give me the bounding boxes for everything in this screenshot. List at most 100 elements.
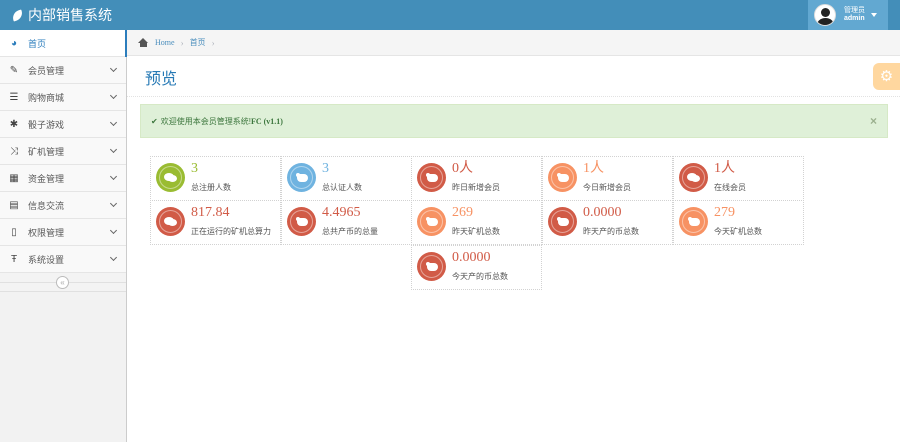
user-info: 管理员 admin xyxy=(844,7,865,23)
twitter-icon xyxy=(425,217,438,226)
stat-card: 3 总注册人数 xyxy=(150,156,281,201)
stat-label: 正在运行的矿机总算力 xyxy=(191,227,271,236)
stat-value: 0.0000 xyxy=(583,205,622,220)
stat-value: 3 xyxy=(322,161,329,176)
stat-card: 0.0000 昨天产的币总数 xyxy=(542,200,673,245)
stat-icon-circle xyxy=(679,207,708,236)
check-icon: ✔ xyxy=(151,116,158,126)
comments-icon xyxy=(687,172,700,183)
twitter-icon xyxy=(687,217,700,226)
sidebar-item-label: 系统设置 xyxy=(28,254,65,265)
list-alt-icon: ▤ xyxy=(9,199,19,211)
sidebar-item[interactable]: ☰ 购物商城 xyxy=(0,84,126,111)
stat-value: 3 xyxy=(191,161,198,176)
random-icon: ⤨ xyxy=(10,145,18,157)
breadcrumb-separator: › xyxy=(211,37,215,48)
alert-version: FC (v1.1) xyxy=(250,116,283,126)
twitter-icon xyxy=(425,262,438,271)
stat-card: 817.84 正在运行的矿机总算力 xyxy=(150,200,281,245)
chevron-down-icon xyxy=(109,172,118,181)
stat-card: 3 总认证人数 xyxy=(281,156,412,201)
comments-icon xyxy=(164,172,177,183)
stat-icon-circle xyxy=(417,207,446,236)
collapse-sidebar-button[interactable]: « xyxy=(56,276,69,289)
stat-icon-circle xyxy=(287,163,316,192)
sidebar-item[interactable]: Ŧ 系统设置 xyxy=(0,246,126,273)
sidebar-item-label: 资金管理 xyxy=(28,173,65,184)
stat-label: 昨天产的币总数 xyxy=(583,227,639,236)
file-icon: ▯ xyxy=(11,226,17,238)
text-width-icon: Ŧ xyxy=(10,253,18,265)
alert-close-button[interactable]: × xyxy=(870,114,877,128)
breadcrumb-home-link[interactable]: Home xyxy=(155,38,175,47)
app-title: 内部销售系统 xyxy=(28,7,112,23)
stat-card: 269 昨天矿机总数 xyxy=(411,200,542,245)
top-navbar: 内部销售系统 管理员 admin xyxy=(0,0,900,30)
twitter-icon xyxy=(556,173,569,182)
stat-card: 0.0000 今天产的币总数 xyxy=(411,245,542,290)
stat-value: 0.0000 xyxy=(452,250,491,265)
stat-label: 今日新增会员 xyxy=(583,183,631,192)
stat-icon-circle xyxy=(548,163,577,192)
stat-card: 1人今日新增会员 xyxy=(542,156,673,201)
stat-icon-circle xyxy=(679,163,708,192)
sidebar-item-label: 会员管理 xyxy=(28,65,65,76)
page-header: 预览 ⚙ xyxy=(127,56,900,97)
sidebar-nav: ◕ 首页 ✎ 会员管理 ☰ 购物商城 ✱ 骰子游戏 ⤨ 矿机管理 ▦ 资金管理 ▤ 信息交流 ▯ 权限管理 Ŧ 系… xyxy=(0,30,127,273)
stat-icon-circle xyxy=(156,207,185,236)
stat-card: 4.4965 总共产币的总量 xyxy=(281,200,412,245)
sidebar-item[interactable]: ▯ 权限管理 xyxy=(0,219,126,246)
caret-down-icon xyxy=(871,13,877,17)
chevron-down-icon xyxy=(109,253,118,262)
sidebar-item[interactable]: ⤨ 矿机管理 xyxy=(0,138,126,165)
stat-value: 1人 xyxy=(583,161,604,176)
stat-label: 昨日新增会员 xyxy=(452,183,500,192)
sidebar-item-label: 购物商城 xyxy=(28,92,65,103)
stat-label: 昨天矿机总数 xyxy=(452,227,500,236)
settings-gear-button[interactable]: ⚙ xyxy=(873,63,900,90)
sidebar-item-label: 首页 xyxy=(28,38,47,49)
twitter-icon xyxy=(425,173,438,182)
sidebar-item[interactable]: ✎ 会员管理 xyxy=(0,57,126,84)
sidebar-item[interactable]: ◕ 首页 xyxy=(0,30,127,57)
chevron-down-icon xyxy=(109,145,118,154)
alert-text: 欢迎使用本会员管理系统! xyxy=(160,116,251,126)
dashboard-icon: ◕ xyxy=(10,37,18,49)
stat-label: 今天矿机总数 xyxy=(714,227,762,236)
avatar xyxy=(814,4,836,26)
list-icon: ☰ xyxy=(9,91,19,103)
sidebar-item-label: 矿机管理 xyxy=(28,146,65,157)
stat-icon-circle xyxy=(417,252,446,281)
breadcrumb: Home › 首页 › xyxy=(127,30,900,56)
app-brand[interactable]: 内部销售系统 xyxy=(10,6,112,24)
asterisk-icon: ✱ xyxy=(9,118,19,130)
stat-value: 279 xyxy=(714,205,735,220)
stat-icon-circle xyxy=(548,207,577,236)
page-title: 预览 xyxy=(145,71,178,88)
calendar-icon: ▦ xyxy=(9,172,19,184)
stat-value: 817.84 xyxy=(191,205,230,220)
stat-value: 1人 xyxy=(714,161,735,176)
stat-label: 总共产币的总量 xyxy=(322,227,378,236)
user-menu[interactable]: 管理员 admin xyxy=(808,0,888,30)
breadcrumb-current[interactable]: 首页 xyxy=(190,37,206,48)
chevron-down-icon xyxy=(109,64,118,73)
sidebar-item[interactable]: ✱ 骰子游戏 xyxy=(0,111,126,138)
stat-card: 279 今天矿机总数 xyxy=(673,200,804,245)
stat-card: 0人 昨日新增会员 xyxy=(411,156,542,201)
sidebar-item-label: 骰子游戏 xyxy=(28,119,65,130)
welcome-alert: ✔ 欢迎使用本会员管理系统! FC (v1.1) × xyxy=(140,104,888,138)
sidebar-item[interactable]: ▤ 信息交流 xyxy=(0,192,126,219)
stat-value: 269 xyxy=(452,205,473,220)
home-icon xyxy=(138,38,149,47)
user-name: admin xyxy=(844,15,865,22)
chevron-down-icon xyxy=(109,199,118,208)
stat-label: 总注册人数 xyxy=(191,183,231,192)
stat-value: 4.4965 xyxy=(322,205,361,220)
stat-icon-circle xyxy=(287,207,316,236)
sidebar-item[interactable]: ▦ 资金管理 xyxy=(0,165,126,192)
twitter-icon xyxy=(295,217,308,226)
stat-icon-circle xyxy=(156,163,185,192)
user-role: 管理员 xyxy=(844,7,865,14)
stat-label: 在线会员 xyxy=(714,183,746,192)
